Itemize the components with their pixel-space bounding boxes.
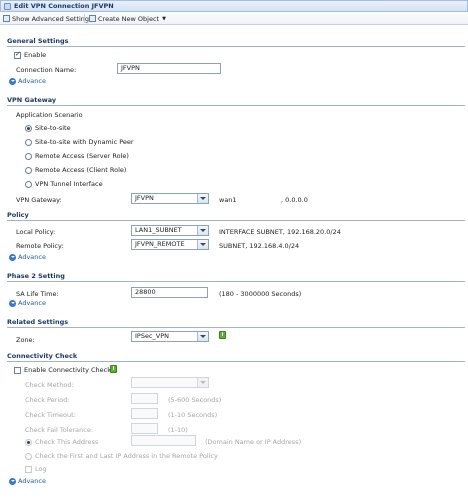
- window-icon: [4, 3, 11, 10]
- section-header-connectivity: Connectivity Check: [7, 352, 78, 360]
- zone-object-icon[interactable]: i: [219, 331, 226, 339]
- connection-name-label: Connection Name:: [16, 66, 77, 74]
- check-timeout-input[interactable]: [131, 408, 158, 419]
- advance-toggle-connectivity[interactable]: Advance: [9, 477, 46, 485]
- advance-label: Advance: [18, 299, 46, 307]
- local-policy-label: Local Policy:: [16, 228, 56, 236]
- scenario-option-label: Site-to-site: [35, 124, 71, 132]
- check-address-input[interactable]: [131, 435, 196, 446]
- show-advanced-settings-button[interactable]: Show Advanced Settings: [3, 14, 92, 23]
- toolbar-separator: [84, 14, 85, 23]
- create-new-object-label: Create New Object: [98, 14, 160, 23]
- advance-label: Advance: [18, 77, 46, 85]
- local-policy-info: INTERFACE SUBNET, 192.168.20.0/24: [219, 228, 341, 236]
- remote-policy-value: JFVPN_REMOTE: [135, 240, 185, 248]
- chevron-down-icon: [197, 332, 208, 341]
- settings-icon: [3, 15, 10, 22]
- check-address-hint: (Domain Name or IP Address): [205, 438, 302, 446]
- check-this-address-label: Check This Address: [35, 438, 99, 446]
- check-method-select[interactable]: [131, 377, 209, 388]
- chevron-down-icon: [197, 240, 208, 249]
- vpn-gateway-select[interactable]: JFVPN: [131, 193, 209, 204]
- local-policy-select[interactable]: LAN1_SUBNET: [131, 225, 209, 236]
- expand-icon: [9, 253, 16, 261]
- local-policy-value: LAN1_SUBNET: [135, 226, 182, 234]
- check-period-input[interactable]: [131, 393, 158, 404]
- create-new-object-button[interactable]: Create New Object ▼: [89, 14, 166, 23]
- expand-icon: [9, 299, 16, 307]
- window-titlebar: Edit VPN Connection JFVPN: [0, 0, 468, 12]
- divider: [7, 46, 465, 47]
- divider: [7, 361, 465, 362]
- zone-label: Zone:: [16, 336, 35, 344]
- check-period-label: Check Period:: [25, 396, 70, 404]
- divider: [7, 105, 465, 106]
- section-header-vpn-gateway: VPN Gateway: [7, 96, 57, 104]
- scenario-option-label: Remote Access (Server Role): [35, 152, 129, 160]
- divider: [7, 327, 465, 328]
- section-header-general: General Settings: [7, 37, 69, 45]
- vpn-gateway-address: , 0.0.0.0: [281, 196, 308, 204]
- zone-value: IPSec_VPN: [135, 332, 170, 340]
- section-header-policy: Policy: [7, 211, 29, 219]
- advance-toggle-phase2[interactable]: Advance: [9, 299, 46, 307]
- check-first-last-label: Check the First and Last IP Address in t…: [35, 452, 218, 460]
- vpn-gateway-value: JFVPN: [135, 194, 154, 202]
- scenario-radio-tunnel-interface[interactable]: [25, 181, 32, 188]
- divider: [7, 220, 465, 221]
- check-timeout-hint: (1-10 Seconds): [168, 411, 218, 419]
- advance-label: Advance: [18, 253, 46, 261]
- form-content: General Settings Enable Connection Name:…: [0, 25, 468, 500]
- scenario-radio-site-to-site[interactable]: [25, 125, 32, 132]
- chevron-down-icon: [197, 378, 208, 387]
- log-checkbox[interactable]: [25, 466, 32, 473]
- expand-icon: [9, 477, 16, 485]
- section-header-phase2: Phase 2 Setting: [7, 272, 65, 280]
- check-fail-tolerance-label: Check Fail Tolerance:: [25, 426, 94, 434]
- chevron-down-icon: ▼: [162, 15, 166, 22]
- check-fail-tolerance-hint: (1-10): [168, 426, 188, 434]
- check-this-address-radio[interactable]: [25, 439, 32, 446]
- connection-name-input[interactable]: JFVPN: [117, 63, 221, 74]
- enable-connectivity-check-checkbox[interactable]: [14, 367, 21, 374]
- info-icon[interactable]: i: [110, 365, 117, 373]
- enable-label: Enable: [24, 51, 47, 59]
- window-title: Edit VPN Connection JFVPN: [14, 2, 114, 10]
- section-header-related: Related Settings: [7, 318, 69, 326]
- remote-policy-select[interactable]: JFVPN_REMOTE: [131, 239, 209, 250]
- log-label: Log: [35, 465, 47, 473]
- scenario-option-label: VPN Tunnel Interface: [35, 180, 103, 188]
- sa-life-time-hint: (180 - 3000000 Seconds): [219, 290, 302, 298]
- new-object-icon: [89, 15, 96, 22]
- check-method-label: Check Method:: [25, 381, 74, 389]
- check-fail-tolerance-input[interactable]: [131, 423, 158, 434]
- remote-policy-label: Remote Policy:: [16, 242, 64, 250]
- divider: [7, 281, 465, 282]
- advance-label: Advance: [18, 477, 46, 485]
- enable-checkbox[interactable]: [14, 50, 21, 59]
- check-timeout-label: Check Timeout:: [25, 411, 76, 419]
- advance-toggle-general[interactable]: Advance: [9, 77, 46, 85]
- enable-connectivity-check-label: Enable Connectivity Check: [24, 366, 111, 374]
- check-period-hint: (5-600 Seconds): [168, 396, 222, 404]
- toolbar: Show Advanced Settings Create New Object…: [0, 12, 468, 25]
- application-scenario-label: Application Scenario: [16, 111, 83, 119]
- scenario-radio-client-role[interactable]: [25, 167, 32, 174]
- show-advanced-settings-label: Show Advanced Settings: [12, 14, 93, 23]
- expand-icon: [9, 77, 16, 85]
- sa-life-time-label: SA Life Time:: [16, 290, 59, 298]
- check-first-last-radio[interactable]: [25, 453, 32, 460]
- scenario-radio-dynamic-peer[interactable]: [25, 139, 32, 146]
- sa-life-time-input[interactable]: 28800: [131, 287, 208, 298]
- scenario-option-label: Remote Access (Client Role): [35, 166, 127, 174]
- scenario-radio-server-role[interactable]: [25, 153, 32, 160]
- scenario-option-label: Site-to-site with Dynamic Peer: [35, 138, 134, 146]
- vpn-gateway-interface: wan1: [219, 196, 237, 204]
- vpn-gateway-label: VPN Gateway:: [16, 196, 62, 204]
- zone-select[interactable]: IPSec_VPN: [131, 331, 209, 342]
- chevron-down-icon: [197, 226, 208, 235]
- chevron-down-icon: [197, 194, 208, 203]
- advance-toggle-policy[interactable]: Advance: [9, 253, 46, 261]
- remote-policy-info: SUBNET, 192.168.4.0/24: [219, 242, 300, 250]
